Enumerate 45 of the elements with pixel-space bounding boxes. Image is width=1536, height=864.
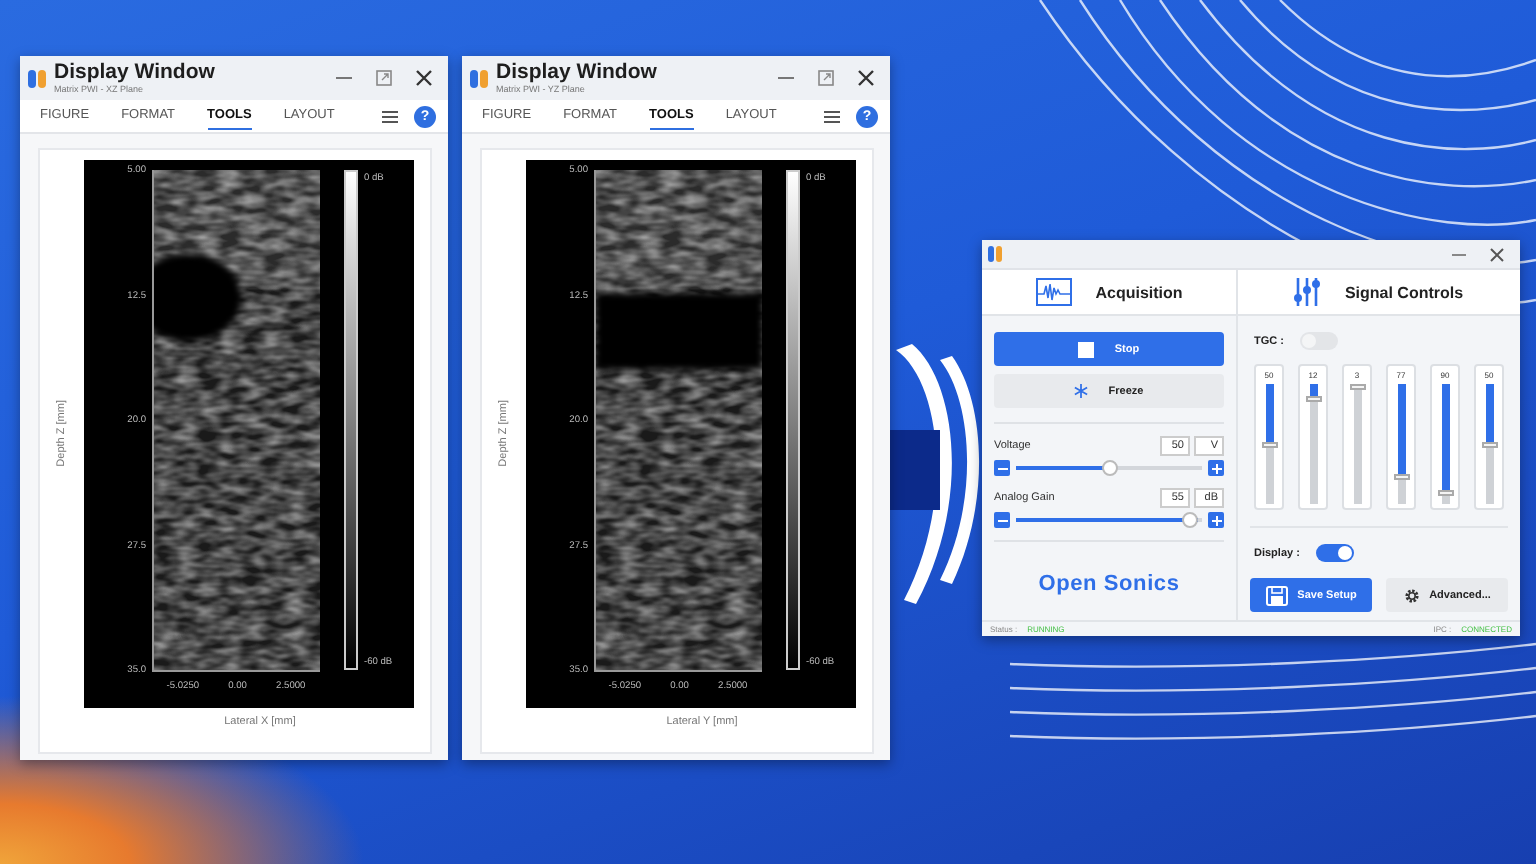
slider-thumb[interactable] [1261,441,1277,447]
maximize-icon[interactable] [818,70,834,86]
sliders-icon [1294,278,1321,306]
minus-icon [997,463,1007,473]
app-logo-icon [988,246,1002,262]
slider-track[interactable] [1353,384,1361,504]
stop-icon [1078,341,1095,357]
plus-icon [1211,463,1221,473]
slider-track[interactable] [1265,384,1273,504]
window-title: Display Window [54,61,217,83]
close-icon[interactable] [1490,247,1504,261]
slider-thumb[interactable] [1182,512,1199,528]
panel-title: Acquisition [1095,283,1183,301]
gear-icon [1403,587,1420,603]
panel-title: Signal Controls [1344,283,1464,301]
close-icon[interactable] [858,70,874,86]
window-title: Display Window [496,61,659,83]
menu-icon[interactable] [382,109,398,123]
app-logo-icon [470,69,488,87]
plus-button[interactable] [1208,460,1224,476]
slider-track[interactable] [1397,384,1405,504]
slider-thumb[interactable] [1305,395,1321,402]
slider-thumb[interactable] [1393,473,1409,480]
slider-thumb[interactable] [1481,441,1497,447]
plus-button[interactable] [1208,512,1224,528]
toggle-switch[interactable] [1315,544,1354,562]
plus-icon [1211,515,1221,525]
slider-thumb[interactable] [1349,384,1365,391]
maximize-icon[interactable] [376,70,392,86]
minus-button[interactable] [994,460,1010,476]
slider-track[interactable] [1309,384,1317,504]
slider[interactable] [1016,512,1202,528]
floppy-icon [1265,585,1288,605]
brand-logo: Open Sonics [1038,572,1180,596]
slider-thumb[interactable] [1101,460,1117,476]
slider-track[interactable] [1485,384,1493,504]
slider-thumb[interactable] [1437,489,1453,495]
minus-button[interactable] [994,512,1010,528]
close-icon[interactable] [416,70,432,86]
menu-icon[interactable] [824,109,840,123]
minus-icon [997,515,1007,525]
waveform-icon [1035,278,1072,306]
app-logo-icon [28,69,46,87]
snowflake-icon [1074,384,1089,398]
slider[interactable] [1016,460,1202,476]
